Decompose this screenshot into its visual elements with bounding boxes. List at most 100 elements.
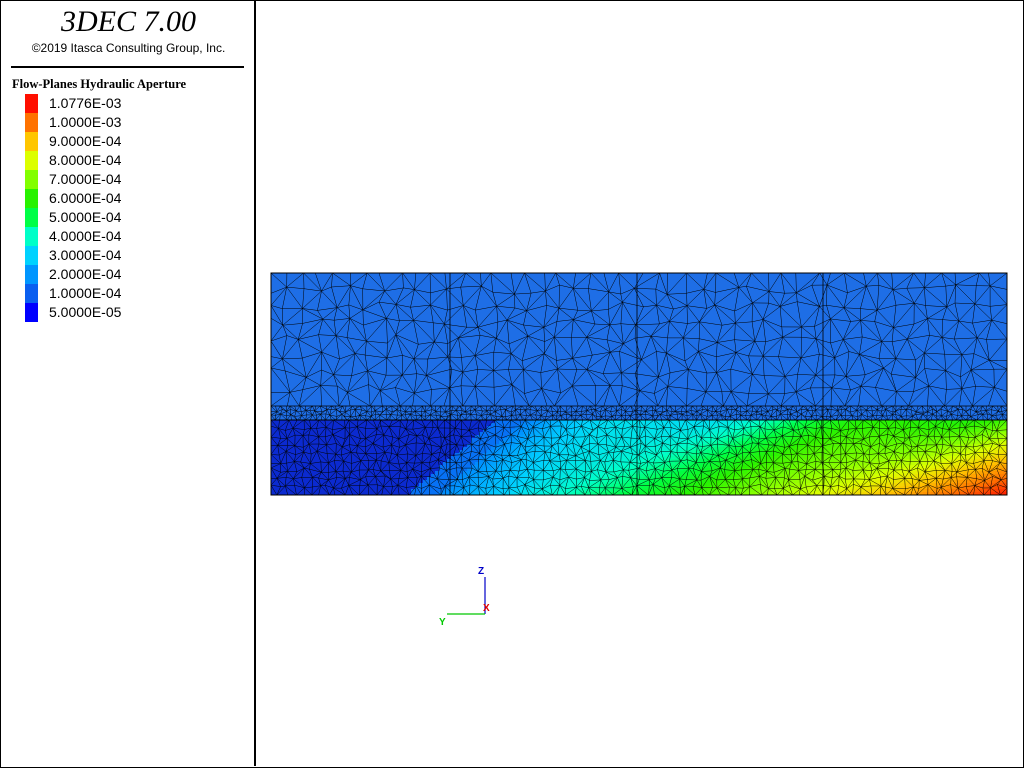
contour-cell [679,444,684,448]
contour-cell [455,468,460,472]
contour-cell [887,420,892,424]
contour-cell [463,447,468,451]
contour-cell [791,480,796,484]
contour-cell [491,441,496,445]
contour-cell [651,489,656,493]
contour-cell [459,477,464,481]
contour-cell [931,471,936,475]
contour-cell [755,420,760,424]
contour-cell [615,438,620,442]
contour-cell [915,432,920,436]
contour-cell [507,477,512,481]
contour-cell [535,441,540,445]
contour-cell [319,423,324,427]
contour-cell [571,468,576,472]
contour-cell [651,474,656,478]
contour-cell [515,465,520,469]
contour-cell [727,438,732,442]
contour-cell [847,423,852,427]
contour-cell [759,486,764,490]
contour-cell [375,420,380,424]
contour-cell [395,429,400,433]
contour-cell [391,462,396,466]
contour-cell [567,489,572,493]
contour-cell [587,429,592,433]
contour-cell [435,420,440,424]
contour-cell [739,471,744,475]
contour-cell [975,456,980,460]
model-canvas[interactable]: Z Y X [257,1,1022,766]
contour-cell [539,453,544,457]
contour-cell [963,468,968,472]
contour-cell [967,435,972,439]
contour-cell [943,447,948,451]
contour-cell [971,474,976,478]
contour-cell [787,456,792,460]
contour-cell [271,462,276,466]
contour-cell [607,456,612,460]
contour-cell [995,420,1000,424]
contour-cell [875,474,880,478]
contour-cell [607,489,612,493]
contour-cell [907,465,912,469]
contour-cell [351,474,356,478]
contour-cell [287,459,292,463]
contour-cell [831,447,836,451]
contour-cell [479,456,484,460]
contour-cell [767,474,772,478]
contour-cell [439,420,444,424]
contour-cell [491,462,496,466]
legend-swatch [25,151,38,170]
axes-triad: Z Y X [439,566,490,628]
contour-cell [915,471,920,475]
contour-cell [307,420,312,424]
contour-cell [751,489,756,493]
contour-cell [623,477,628,481]
contour-cell [335,474,340,478]
contour-cell [619,441,624,445]
contour-cell [847,450,852,454]
contour-cell [359,462,364,466]
contour-cell [835,432,840,436]
contour-cell [939,420,944,424]
contour-cell [719,447,724,451]
contour-cell [975,420,980,424]
contour-cell [275,465,280,469]
contour-cell [883,426,888,430]
contour-cell [647,471,652,475]
contour-cell [463,435,468,439]
contour-cell [395,471,400,475]
contour-cell [703,447,708,451]
contour-cell [875,486,880,490]
contour-cell [947,471,952,475]
contour-cell [955,423,960,427]
contour-cell [563,420,568,424]
contour-cell [423,456,428,460]
contour-cell [795,432,800,436]
contour-cell [359,429,364,433]
contour-cell [475,474,480,478]
legend-swatch [25,189,38,208]
contour-cell [723,486,728,490]
contour-cell [543,447,548,451]
contour-cell [655,480,660,484]
contour-cell [855,465,860,469]
contour-cell [555,459,560,463]
contour-cell [743,450,748,454]
model-viewport[interactable]: Z Y X [257,1,1022,766]
contour-cell [411,444,416,448]
contour-cell [287,438,292,442]
legend-label: 2.0000E-04 [49,266,122,282]
contour-cell [443,432,448,436]
contour-cell [839,432,844,436]
legend-label: 5.0000E-05 [49,304,122,320]
contour-cell [447,450,452,454]
contour-cell [967,429,972,433]
contour-cell [847,456,852,460]
contour-cell [623,435,628,439]
contour-cell [895,474,900,478]
contour-cell [291,420,296,424]
contour-cell [443,423,448,427]
contour-cell [351,450,356,454]
contour-cell [463,426,468,430]
